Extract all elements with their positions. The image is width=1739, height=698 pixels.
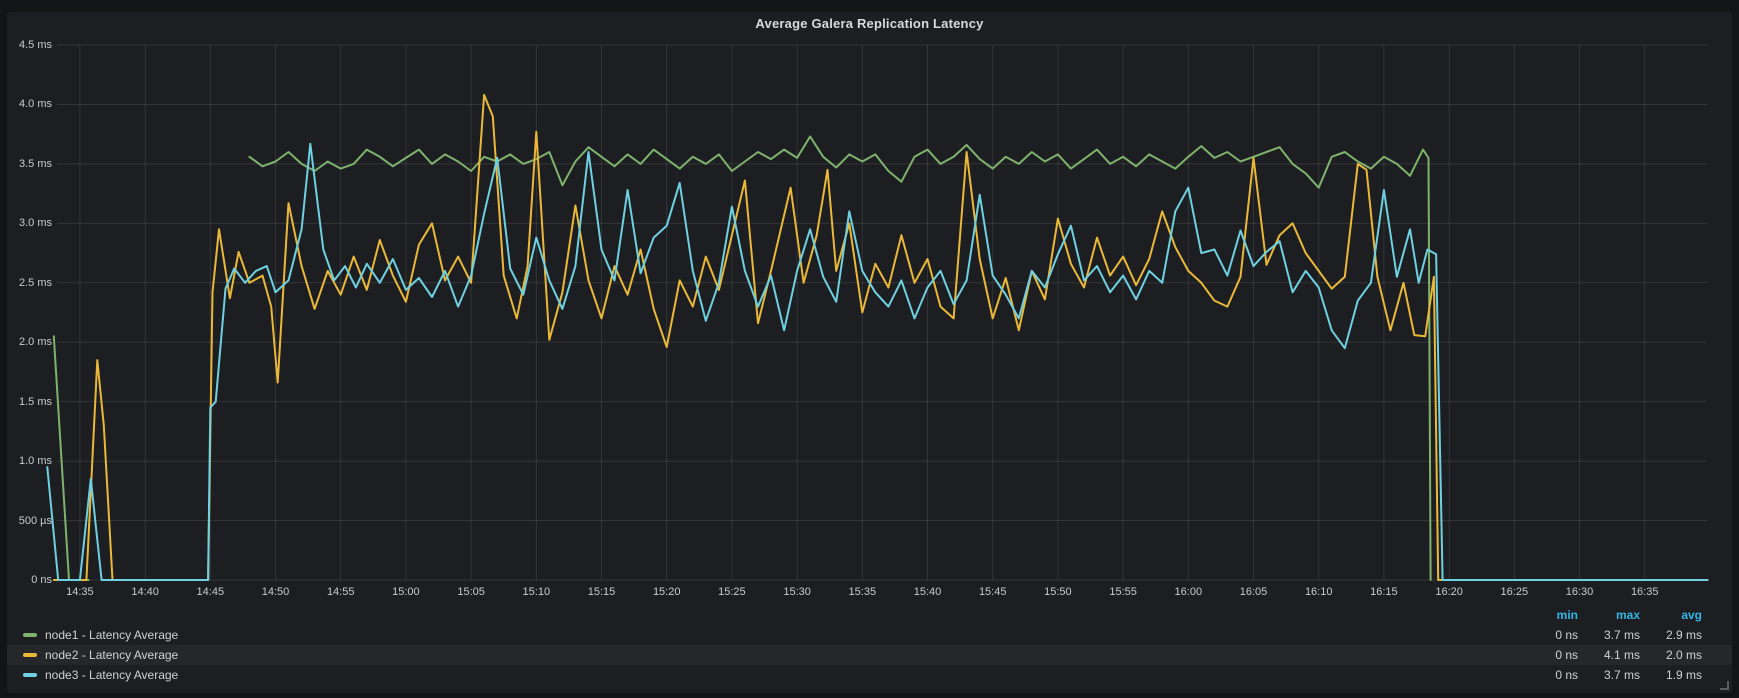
legend-stat-avg-node1: 2.9 ms — [1640, 628, 1702, 642]
legend-stat-header-avg[interactable]: avg — [1640, 608, 1702, 622]
legend-stat-max-node3: 3.7 ms — [1578, 668, 1640, 682]
legend-table: minmaxavgnode1 - Latency Average0 ns3.7 … — [7, 605, 1732, 685]
latency-chart-svg — [0, 0, 1739, 698]
legend-stat-header-min[interactable]: min — [1516, 608, 1578, 622]
legend-row-node3: node3 - Latency Average 0 ns3.7 ms1.9 ms — [7, 665, 1732, 685]
dashboard-page: Average Galera Replication Latency 4.5 m… — [0, 0, 1739, 698]
legend-row-node1: node1 - Latency Average 0 ns3.7 ms2.9 ms — [7, 625, 1732, 645]
grid-lines — [57, 45, 1707, 580]
legend-series-toggle-node3[interactable]: node3 - Latency Average — [23, 668, 178, 682]
legend-color-swatch-icon[interactable] — [23, 653, 37, 657]
legend-series-toggle-node2[interactable]: node2 - Latency Average — [23, 648, 178, 662]
legend-color-swatch-icon[interactable] — [23, 633, 37, 637]
legend-series-label[interactable]: node1 - Latency Average — [45, 628, 178, 642]
chart-plot-area[interactable] — [0, 0, 1739, 698]
legend-stat-header-max[interactable]: max — [1578, 608, 1640, 622]
series-line-node3 — [47, 144, 1707, 580]
legend-stat-max-node2: 4.1 ms — [1578, 648, 1640, 662]
series-line-node2 — [54, 95, 1462, 580]
legend-stat-avg-node2: 2.0 ms — [1640, 648, 1702, 662]
legend-stat-min-node3: 0 ns — [1516, 668, 1578, 682]
legend-series-label[interactable]: node2 - Latency Average — [45, 648, 178, 662]
legend-stat-min-node2: 0 ns — [1516, 648, 1578, 662]
legend-stat-min-node1: 0 ns — [1516, 628, 1578, 642]
legend-stat-avg-node3: 1.9 ms — [1640, 668, 1702, 682]
legend-color-swatch-icon[interactable] — [23, 673, 37, 677]
legend-series-toggle-node1[interactable]: node1 - Latency Average — [23, 628, 178, 642]
series-line-node1 — [54, 137, 1431, 581]
legend-stat-max-node1: 3.7 ms — [1578, 628, 1640, 642]
legend-header-row: minmaxavg — [7, 605, 1732, 625]
legend-series-label[interactable]: node3 - Latency Average — [45, 668, 178, 682]
legend-row-node2: node2 - Latency Average 0 ns4.1 ms2.0 ms — [7, 645, 1732, 665]
